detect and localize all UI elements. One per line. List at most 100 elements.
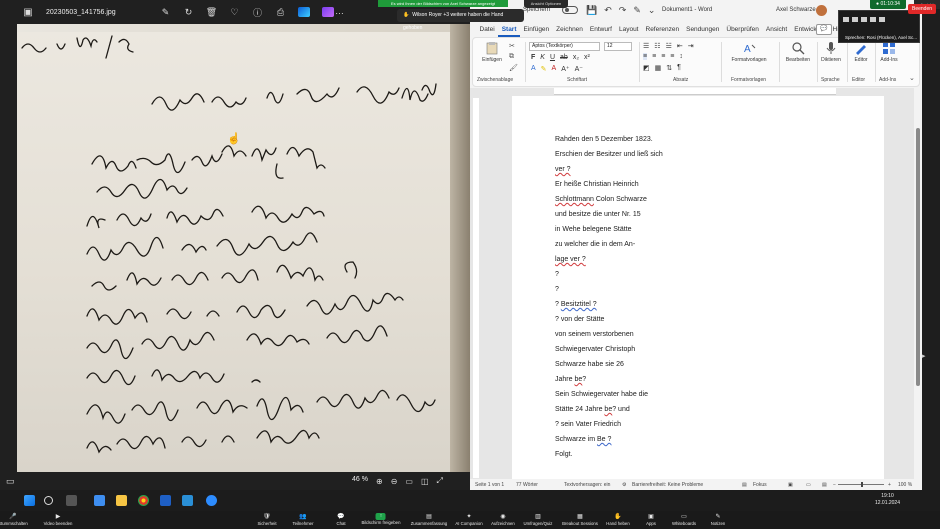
file-explorer-icon[interactable] <box>116 495 127 506</box>
word-count[interactable]: 77 Wörter <box>516 482 538 488</box>
tab-layout[interactable]: Layout <box>615 22 642 37</box>
align-left-icon[interactable]: ≡ <box>643 53 648 60</box>
security-button[interactable]: 🛡 Sicherheit <box>257 513 276 526</box>
document-line[interactable]: zu welcher die in dem An- <box>555 237 875 252</box>
search-icon[interactable] <box>44 496 53 505</box>
chrome-icon[interactable] <box>138 495 149 506</box>
document-line[interactable]: Stätte 24 Jahre be? und <box>555 402 875 417</box>
participants-button[interactable]: 👥 Teilnehmer <box>292 513 313 526</box>
tab-einfügen[interactable]: Einfügen <box>520 22 553 37</box>
document-line[interactable]: ? von der Stätte <box>555 312 875 327</box>
strikethrough-icon[interactable]: ab <box>560 54 568 61</box>
word-zoom-level[interactable]: 100 % <box>898 482 912 488</box>
document-line[interactable]: ? Besitztitel ? <box>555 297 875 312</box>
copy-icon[interactable]: ⧉ <box>509 53 514 61</box>
text-effects-icon[interactable]: A <box>531 65 536 73</box>
notes-button[interactable]: ✎ Notizen <box>711 513 726 526</box>
styles-button[interactable]: A Formatvorlagen <box>729 41 769 63</box>
tab-überprüfen[interactable]: Überprüfen <box>723 22 763 37</box>
shrink-font-icon[interactable]: A⁻ <box>575 65 583 73</box>
font-name-select[interactable]: Aptos (Textkörper) <box>529 42 600 51</box>
polls-button[interactable]: ▥ Umfragen/Quiz <box>524 513 553 526</box>
filmstrip-icon[interactable]: ▭ <box>6 476 15 487</box>
document-line[interactable]: Schwiegervater Christoph <box>555 342 875 357</box>
font-size-select[interactable]: 12 <box>604 42 632 51</box>
print-layout-icon[interactable]: ▭ <box>806 482 811 488</box>
zoom-slider[interactable] <box>838 482 884 487</box>
video-button[interactable]: ▶ Video beenden <box>44 513 73 526</box>
tab-entwurf[interactable]: Entwurf <box>586 22 615 37</box>
active-speaker-panel[interactable]: Sprechen: Rosi (Flücken), Axel Sc... <box>838 10 920 43</box>
delete-icon[interactable]: 🗑 <box>202 7 221 18</box>
gallery-icon[interactable]: ▣ <box>18 7 38 18</box>
tab-referenzen[interactable]: Referenzen <box>642 22 683 37</box>
windows-start-icon[interactable] <box>24 495 35 506</box>
document-line[interactable]: Folgt. <box>555 447 875 462</box>
shading-icon[interactable]: ◩ <box>643 64 650 72</box>
format-painter-icon[interactable]: ✎ <box>633 5 641 16</box>
dictate-button[interactable]: Diktieren <box>817 41 845 63</box>
zoom-app-icon[interactable] <box>206 495 217 506</box>
numbering-icon[interactable]: ☷ <box>654 42 660 50</box>
more-icon[interactable]: … <box>335 6 344 16</box>
tab-sendungen[interactable]: Sendungen <box>683 22 723 37</box>
document-line[interactable]: ? <box>555 282 875 297</box>
summary-button[interactable]: ▤ Zusammenfassung <box>411 513 448 526</box>
addins-button[interactable]: Add-Ins <box>877 41 901 63</box>
designer-icon[interactable] <box>322 7 334 17</box>
end-meeting-button[interactable]: Beenden <box>908 4 936 14</box>
cloud-icon[interactable] <box>298 7 310 17</box>
chat-button[interactable]: 💬 Chat <box>336 513 345 526</box>
document-line[interactable]: Schwarze habe sie 26 <box>555 357 875 372</box>
align-center-icon[interactable]: ≡ <box>652 53 656 60</box>
view-options-button[interactable]: Ansicht Optionen <box>524 0 568 8</box>
editor-button[interactable]: Editor <box>849 41 873 63</box>
web-layout-icon[interactable]: ▤ <box>822 482 827 488</box>
raise-button[interactable]: ✋ Hand heben <box>606 513 629 526</box>
tab-datei[interactable]: Datei <box>476 22 498 37</box>
document-line[interactable]: Schlottmann Colon Schwarze <box>555 192 875 207</box>
zoom-out-icon[interactable]: ⊖ <box>391 477 398 486</box>
resize-handle-icon[interactable]: ▸ <box>922 352 926 360</box>
document-body[interactable]: Rahden den 5 Dezember 1823. Erschien der … <box>555 132 875 462</box>
borders-icon[interactable]: ▦ <box>655 64 662 72</box>
document-line[interactable]: Schwarze im Be ? <box>555 432 875 447</box>
companion-button[interactable]: ✦ AI Companion <box>455 513 482 526</box>
text-predictions[interactable]: Textvorhersagen: ein <box>564 482 610 488</box>
task-view-icon[interactable] <box>66 495 77 506</box>
sort-icon[interactable]: ⇅ <box>666 64 672 72</box>
undo-icon[interactable]: ↶ <box>604 5 612 16</box>
document-line[interactable]: Rahden den 5 Dezember 1823. <box>555 132 875 147</box>
photos-app-icon[interactable] <box>182 495 193 506</box>
fullscreen-icon[interactable]: ⤢ <box>437 476 443 486</box>
record-button[interactable]: ◉ Aufzeichnen <box>491 513 515 526</box>
mute-button[interactable]: 🎤 Stummschalten <box>0 513 28 526</box>
subscript-icon[interactable]: x₂ <box>573 54 579 61</box>
document-line[interactable]: von seinem verstorbenen <box>555 327 875 342</box>
document-line[interactable]: Sein Schwiegervater habe die <box>555 387 875 402</box>
outdent-icon[interactable]: ⇤ <box>677 42 683 50</box>
document-line[interactable]: ? <box>555 267 875 282</box>
superscript-icon[interactable]: x² <box>584 54 590 61</box>
share-button[interactable]: ↑ Bildschirm freigeben <box>362 513 400 525</box>
user-avatar[interactable] <box>816 5 827 16</box>
line-spacing-icon[interactable]: ↕ <box>679 53 683 60</box>
horizontal-ruler[interactable] <box>554 88 836 95</box>
document-line[interactable]: und besitze die unter Nr. 15 <box>555 207 875 222</box>
save-icon[interactable]: 💾 <box>586 5 597 16</box>
rotate-icon[interactable]: ↻ <box>179 7 198 18</box>
apps-button[interactable]: ▣ Apps <box>646 513 656 526</box>
indent-icon[interactable]: ⇥ <box>688 42 694 50</box>
bullets-icon[interactable]: ☰ <box>643 42 649 50</box>
customize-icon[interactable]: ⌄ <box>648 5 656 16</box>
document-page[interactable]: Rahden den 5 Dezember 1823. Erschien der … <box>512 96 884 479</box>
tab-zeichnen[interactable]: Zeichnen <box>553 22 587 37</box>
zoom-in-icon[interactable]: ⊕ <box>376 477 383 486</box>
favorite-icon[interactable]: ♡ <box>225 7 244 18</box>
font-color-icon[interactable]: A <box>552 65 557 73</box>
document-line[interactable]: Erschien der Besitzer und ließ sich <box>555 147 875 162</box>
zoom-out-icon[interactable]: − <box>833 482 836 488</box>
focus-button[interactable]: Fokus <box>753 482 767 488</box>
system-clock[interactable]: 19:10 12.01.2024 <box>875 493 900 507</box>
pilcrow-icon[interactable]: ¶ <box>677 64 681 72</box>
